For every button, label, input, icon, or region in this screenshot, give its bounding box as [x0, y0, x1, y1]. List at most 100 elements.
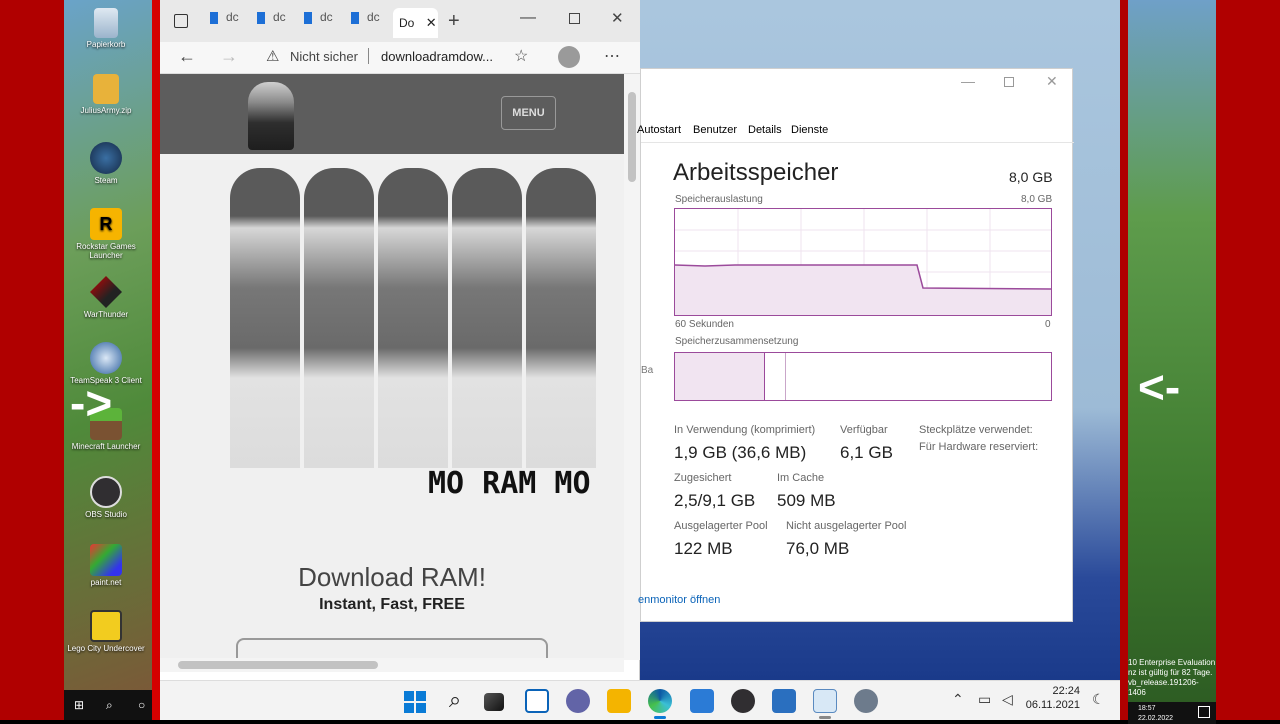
obs-taskbar-icon[interactable] [731, 689, 755, 713]
desktop-icon-label: Papierkorb [86, 40, 126, 49]
taskmgr-active-indicator [819, 716, 831, 719]
in-use-label: In Verwendung (komprimiert) [674, 424, 816, 436]
taskbar: ⌕ ⌃ ▭ ◁ 22:24 06.11.2021 ☾ [160, 680, 1120, 720]
overlay-arrow-left: <- [1138, 361, 1181, 413]
horizontal-scroll-thumb[interactable] [178, 661, 378, 669]
tm-maximize-icon[interactable] [1004, 77, 1014, 87]
close-tab-icon[interactable]: ✕ [426, 15, 437, 30]
security-label[interactable]: Nicht sicher [290, 49, 358, 64]
edge-icon[interactable] [648, 689, 672, 713]
taskbar-search-icon[interactable]: ⌕ [443, 689, 467, 713]
cortana-icon[interactable]: ○ [138, 698, 152, 712]
desktop-icon-rockstar[interactable]: R Rockstar Games Launcher [64, 208, 148, 260]
windows-start-icon[interactable]: ⊞ [74, 698, 88, 712]
composition-in-use [675, 353, 765, 400]
tm-tab-row: Autostart Benutzer Details Dienste [637, 121, 1074, 143]
network-icon[interactable]: ▭ [978, 691, 991, 708]
forward-icon[interactable]: → [220, 46, 238, 67]
cached-label: Im Cache [777, 472, 825, 484]
desktop-icon-label: Lego City Undercover [67, 644, 145, 653]
memory-total: 8,0 GB [1009, 169, 1053, 185]
address-bar[interactable]: ⚠ Nicht sicher downloadramdow... ☆ [256, 44, 546, 70]
desktop-icon-label: Steam [94, 176, 118, 185]
widgets-icon[interactable] [525, 689, 549, 713]
usage-graph-svg [675, 209, 1051, 315]
start-button[interactable] [402, 689, 426, 713]
eval-line-2: nz ist gültig für 82 Tage. [1128, 668, 1213, 677]
browser-tab[interactable]: dc [304, 10, 348, 36]
desktop-icon-recycle-bin[interactable]: Papierkorb [64, 8, 148, 49]
zip-folder-icon [93, 74, 119, 104]
desktop-icon-lego[interactable]: Lego City Undercover [64, 610, 148, 653]
notepad-icon[interactable] [772, 689, 796, 713]
resource-monitor-link[interactable]: enmonitor öffnen [638, 594, 720, 606]
nonpaged-pool-label: Nicht ausgelagerter Pool [786, 520, 907, 532]
desktop-icon-steam[interactable]: Steam [64, 142, 148, 185]
store-icon[interactable] [690, 689, 714, 713]
warning-icon: ⚠ [266, 48, 280, 65]
tm-minimize-icon[interactable]: — [961, 73, 975, 89]
desktop-icon-paint[interactable]: paint.net [64, 544, 148, 587]
url-text[interactable]: downloadramdow... [381, 49, 493, 64]
eval-line-3: vb_release.191206-1406 [1128, 678, 1199, 697]
desktop-icon-label: Rockstar Games Launcher [76, 242, 136, 260]
favorites-star-icon[interactable]: ☆ [514, 46, 528, 66]
in-use-value: 1,9 GB (36,6 MB) [674, 443, 807, 462]
available-value: 6,1 GB [840, 443, 893, 462]
focus-assist-moon-icon[interactable]: ☾ [1092, 691, 1105, 708]
teamspeak-icon [90, 342, 122, 374]
browser-tab[interactable]: dc [257, 10, 301, 36]
maximize-icon[interactable] [569, 13, 580, 24]
memory-composition-bar [674, 352, 1052, 401]
horizontal-scrollbar[interactable] [160, 658, 624, 672]
desktop-icon-obs[interactable]: OBS Studio [64, 476, 148, 519]
composition-label: Speicherzusammensetzung [675, 336, 799, 347]
address-bar-row: ← → ⚠ Nicht sicher downloadramdow... ☆ ⋯ [160, 42, 640, 74]
available-label: Verfügbar [840, 424, 888, 436]
graph-time-right: 0 [1045, 319, 1051, 330]
search-icon[interactable]: ⌕ [106, 698, 120, 712]
desktop-icon-label: OBS Studio [85, 510, 127, 519]
profile-avatar[interactable] [558, 46, 580, 68]
slots-label: Steckplätze verwendet: [919, 424, 1033, 436]
tray-chevron-up-icon[interactable]: ⌃ [952, 691, 964, 708]
windows-logo-icon [404, 691, 426, 713]
task-view-icon[interactable] [484, 693, 504, 711]
task-manager-taskbar-icon[interactable] [813, 689, 837, 713]
right-taskbar-clock[interactable]: 18:57 22.02.2022 [1128, 702, 1216, 724]
clock-time[interactable]: 22:24 [1040, 685, 1080, 697]
settings-icon[interactable] [854, 689, 878, 713]
browser-tab[interactable]: dc [210, 10, 254, 36]
vertical-scroll-thumb[interactable] [628, 92, 636, 182]
tab-benutzer[interactable]: Benutzer [693, 124, 737, 136]
tm-close-icon[interactable]: ✕ [1046, 73, 1058, 90]
clock-date[interactable]: 06.11.2021 [1020, 699, 1080, 711]
edge-browser-window: dc dc dc dc Do ✕ + — ✕ ← → ⚠ Nicht siche… [160, 0, 640, 680]
laptop-illustration [236, 638, 548, 660]
site-header: MENU [160, 74, 624, 154]
bing-icon [304, 11, 312, 24]
minimize-icon[interactable]: — [520, 9, 536, 27]
chat-icon[interactable] [566, 689, 590, 713]
address-divider [368, 48, 369, 64]
lego-icon [90, 610, 122, 642]
close-window-icon[interactable]: ✕ [611, 9, 624, 27]
browser-tab-active[interactable]: Do ✕ [393, 8, 438, 38]
browser-tab[interactable]: dc [351, 10, 395, 36]
tab-actions-icon[interactable] [174, 14, 188, 28]
menu-button[interactable]: MENU [501, 96, 556, 130]
left-red-strip [152, 0, 160, 720]
new-tab-icon[interactable]: + [448, 10, 460, 33]
desktop-icon-zip[interactable]: JuliusArmy.zip [64, 74, 148, 115]
tab-dienste[interactable]: Dienste [791, 124, 828, 136]
back-icon[interactable]: ← [178, 46, 196, 67]
committed-value: 2,5/9,1 GB [674, 491, 756, 510]
tab-details[interactable]: Details [748, 124, 782, 136]
file-explorer-icon[interactable] [607, 689, 631, 713]
volume-muted-icon[interactable]: ◁ [1002, 691, 1013, 708]
vertical-scrollbar[interactable] [624, 74, 640, 660]
desktop-icon-warthunder[interactable]: WarThunder [64, 276, 148, 319]
tab-autostart[interactable]: Autostart [637, 124, 681, 136]
more-options-icon[interactable]: ⋯ [604, 46, 620, 66]
notification-icon[interactable] [1198, 706, 1210, 718]
